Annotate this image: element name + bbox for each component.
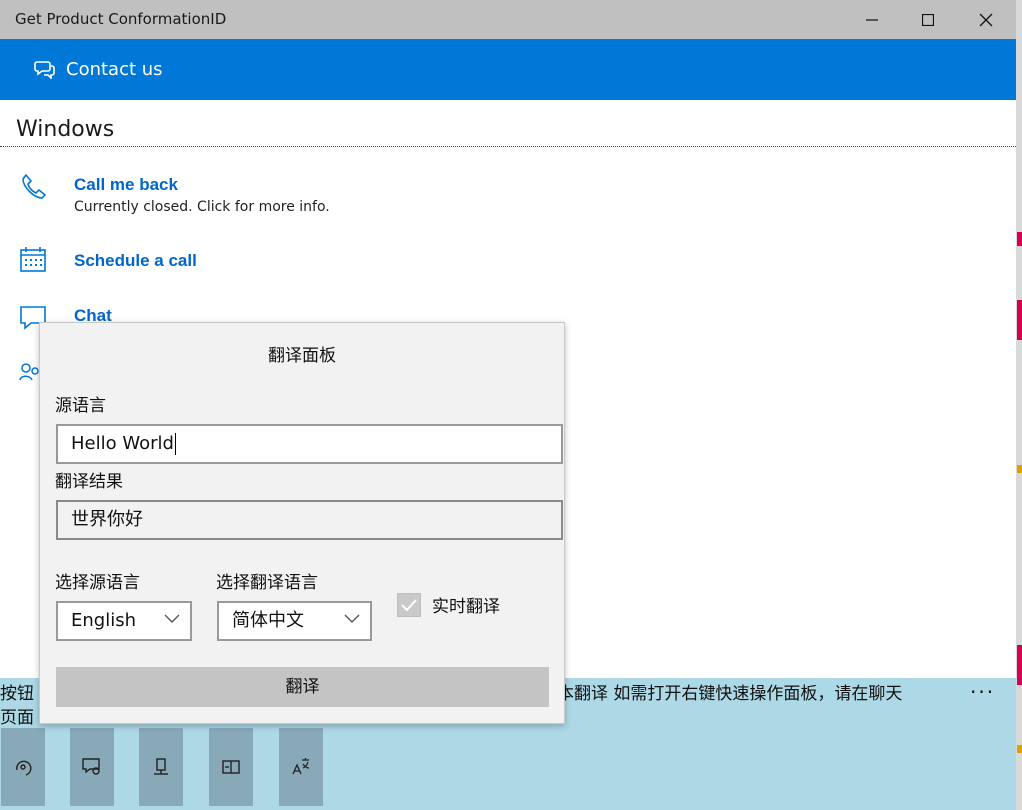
minimize-button[interactable] — [847, 0, 897, 39]
source-language-select[interactable]: English — [56, 601, 192, 641]
source-language-label: 源语言 — [55, 396, 106, 416]
select-target-label: 选择翻译语言 — [216, 573, 318, 593]
edge-marker — [1017, 645, 1022, 685]
close-icon — [979, 13, 993, 26]
contact-header: Contact us — [0, 39, 1016, 100]
panel-title: 翻译面板 — [268, 346, 336, 366]
translate-button[interactable]: 翻译 — [56, 667, 549, 707]
chevron-down-icon — [164, 614, 180, 623]
translate-button-tool[interactable] — [279, 728, 323, 806]
remote-icon — [154, 758, 168, 775]
minimize-icon — [866, 18, 878, 21]
more-button[interactable]: ··· — [970, 680, 995, 704]
edge-marker — [1017, 465, 1022, 473]
call-me-back-link[interactable]: Call me back — [74, 175, 178, 195]
panel-button[interactable] — [209, 728, 253, 806]
assist-button[interactable] — [1, 728, 45, 806]
result-text-field: 世界你好 — [56, 500, 563, 540]
panel-icon — [222, 760, 240, 774]
remote-button[interactable] — [139, 728, 183, 806]
assist-icon — [16, 760, 32, 776]
realtime-checkbox[interactable] — [397, 593, 421, 617]
call-me-back-status: Currently closed. Click for more info. — [74, 199, 330, 215]
chevron-down-icon — [344, 614, 360, 623]
schedule-call-link[interactable]: Schedule a call — [74, 251, 197, 271]
text-caret — [174, 433, 176, 455]
screen-share-icon — [82, 758, 100, 775]
calendar-icon — [20, 247, 46, 272]
title-bar: Get Product ConformationID — [0, 0, 1016, 39]
source-text-input[interactable]: Hello World — [56, 424, 563, 464]
screen-share-button[interactable] — [70, 728, 114, 806]
close-button[interactable] — [961, 0, 1011, 39]
maximize-icon — [922, 13, 934, 26]
chat-bubbles-icon — [34, 61, 55, 79]
edge-marker — [1017, 745, 1022, 753]
translate-icon — [292, 758, 310, 775]
section-divider — [0, 146, 1016, 147]
section-title: Windows — [16, 117, 115, 142]
target-language-select[interactable]: 简体中文 — [217, 601, 372, 641]
edge-marker — [1017, 232, 1022, 246]
realtime-label: 实时翻译 — [432, 597, 500, 617]
checkmark-icon — [401, 599, 417, 612]
translation-panel: 翻译面板 源语言 Hello World 翻译结果 世界你好 选择源语言 选择翻… — [39, 322, 565, 724]
select-source-label: 选择源语言 — [55, 573, 140, 593]
maximize-button[interactable] — [903, 0, 953, 39]
result-label: 翻译结果 — [55, 472, 123, 492]
edge-marker — [1017, 300, 1022, 340]
window-edge — [1016, 0, 1022, 810]
window-title: Get Product ConformationID — [15, 10, 227, 28]
header-title: Contact us — [66, 59, 163, 80]
phone-icon — [22, 174, 46, 199]
people-icon — [19, 363, 39, 381]
